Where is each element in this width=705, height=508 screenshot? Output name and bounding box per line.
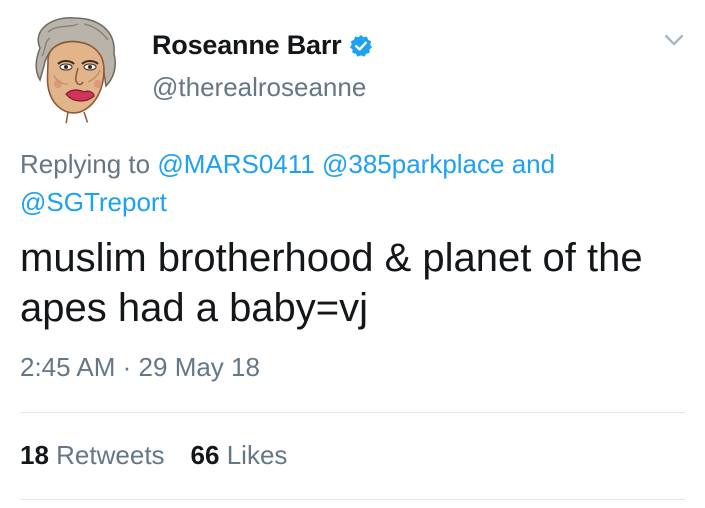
author-display-name[interactable]: Roseanne Barr <box>152 30 342 61</box>
avatar[interactable] <box>18 10 132 124</box>
mention-link[interactable]: @385parkplace <box>322 149 505 179</box>
likes-count: 66 <box>190 440 220 470</box>
tweet-card: Roseanne Barr @therealroseanne Replying … <box>0 0 705 508</box>
replying-to-line: Replying to @MARS0411 @385parkplace and … <box>20 145 660 221</box>
tweet-timestamp[interactable]: 2:45 AM · 29 May 18 <box>20 352 260 383</box>
author-name-row[interactable]: Roseanne Barr <box>152 30 373 61</box>
caricature-avatar-icon <box>18 10 132 124</box>
tweet-time[interactable]: 2:45 AM <box>20 352 115 382</box>
retweets-stat[interactable]: 18 Retweets <box>20 440 165 471</box>
tweet-date[interactable]: 29 May 18 <box>139 352 260 382</box>
divider <box>20 499 685 500</box>
tweet-text: muslim brotherhood & planet of the apes … <box>20 236 643 330</box>
mention-link[interactable]: @SGTreport <box>20 187 167 217</box>
tweet-stats: 18 Retweets 66 Likes <box>20 440 313 471</box>
divider <box>20 412 685 413</box>
likes-stat[interactable]: 66 Likes <box>191 440 288 471</box>
replying-to-label: Replying to <box>20 149 151 179</box>
chevron-down-icon[interactable] <box>660 28 688 52</box>
verified-badge-icon <box>349 34 373 58</box>
meta-separator: · <box>122 352 132 382</box>
mention-conjunction: and <box>511 149 556 179</box>
likes-label: Likes <box>226 440 288 470</box>
retweets-label: Retweets <box>56 440 165 470</box>
retweets-count: 18 <box>20 440 49 470</box>
author-handle[interactable]: @therealroseanne <box>152 72 366 103</box>
mention-link[interactable]: @MARS0411 <box>157 149 314 179</box>
